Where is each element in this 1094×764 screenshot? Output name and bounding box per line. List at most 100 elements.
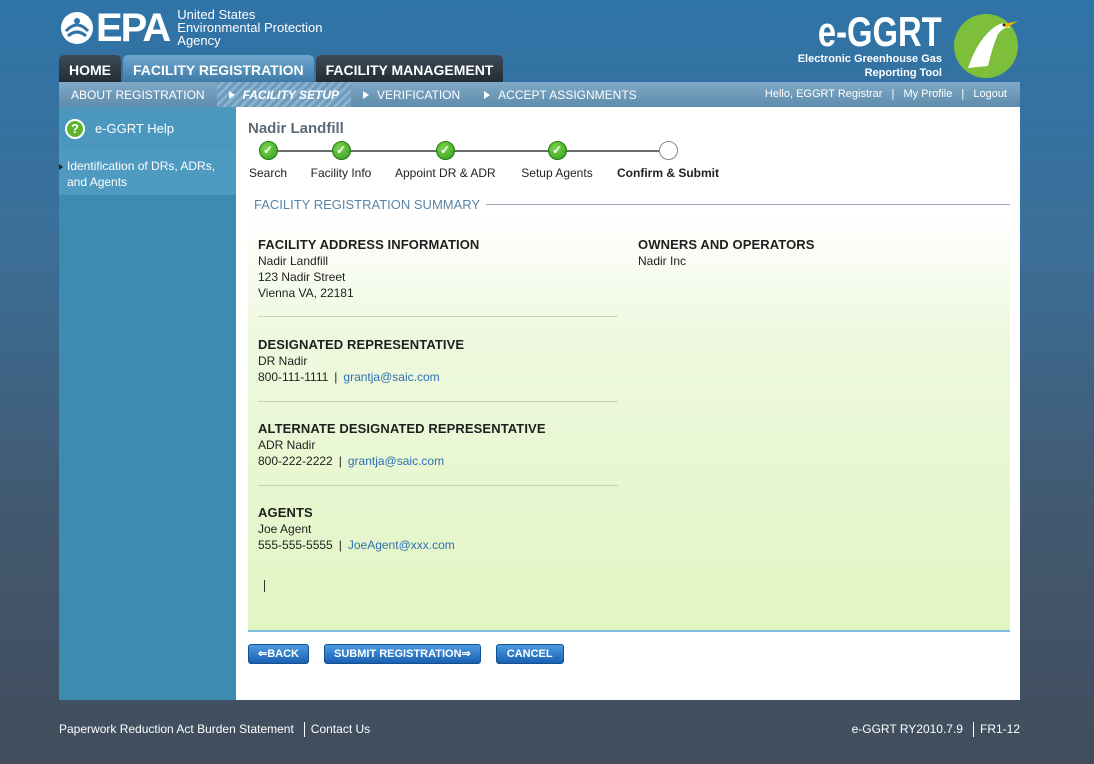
arrow-right-icon [228,90,235,99]
footer-divider [303,722,305,737]
adr-block: ALTERNATE DESIGNATED REPRESENTATIVE ADR … [258,421,618,469]
version-text: e-GGRT RY2010.7.9 [851,722,963,736]
owners-heading: OWNERS AND OPERATORS [638,237,815,252]
divider [258,485,618,486]
owners-name: Nadir Inc [638,254,687,268]
subnav-label: VERIFICATION [377,87,461,102]
subnav-label: FACILITY SETUP [242,87,340,102]
main-content: Nadir Landfill ✓ Search ✓ Facility Info … [236,107,1020,700]
dr-block: DESIGNATED REPRESENTATIVE DR Nadir 800-1… [258,337,618,385]
forward-arrow-icon: ⇒ [461,648,471,660]
step-label: Search [248,166,288,180]
cancel-button[interactable]: CANCEL [495,644,564,664]
footer-links: Paperwork Reduction Act Burden Statement… [59,722,370,737]
facility-address-block: FACILITY ADDRESS INFORMATION Nadir Landf… [258,237,618,301]
registration-summary: FACILITY ADDRESS INFORMATION Nadir Landf… [248,215,1010,632]
check-icon: ✓ [547,141,567,160]
eggrt-subtitle-line: Electronic Greenhouse Gas [797,53,942,65]
step-label: Setup Agents [521,166,593,180]
section-title: FACILITY REGISTRATION SUMMARY [248,196,1010,212]
contact-separator: | [338,538,342,552]
agent-name: Joe Agent [258,522,312,536]
subnav-verification[interactable]: VERIFICATION [351,82,472,107]
epa-logo[interactable]: EPA United States Environmental Protecti… [60,5,323,50]
epa-wordmark: EPA [96,5,171,50]
facility-address-city: Vienna VA, 22181 [258,286,354,300]
divider [258,316,618,317]
link-separator: | [961,88,965,100]
contact-separator: | [334,370,338,384]
main-tabs: HOME FACILITY REGISTRATION FACILITY MANA… [59,55,504,82]
owners-block: OWNERS AND OPERATORS Nadir Inc [638,237,998,269]
logout-link[interactable]: Logout [973,88,1007,100]
text-cursor [264,580,265,592]
subnav-label: ABOUT REGISTRATION [71,87,205,102]
contact-us-link[interactable]: Contact Us [311,722,370,737]
my-profile-link[interactable]: My Profile [903,88,952,100]
step-label: Facility Info [310,166,372,180]
action-buttons: ⇐BACK SUBMIT REGISTRATION⇒ CANCEL [248,644,564,664]
tab-facility-registration[interactable]: FACILITY REGISTRATION [123,55,314,82]
tab-home[interactable]: HOME [59,55,121,82]
user-greeting: Hello, EGGRT Registrar [764,88,883,100]
step-search: ✓ Search [248,141,288,180]
adr-phone: 800-222-2222 [258,454,333,468]
eggrt-subtitle: Electronic Greenhouse Gas Reporting Tool [798,52,942,80]
adr-heading: ALTERNATE DESIGNATED REPRESENTATIVE [258,421,546,436]
subnav-facility-setup[interactable]: FACILITY SETUP [216,82,352,107]
help-link[interactable]: ? e-GGRT Help [59,107,236,150]
arrow-right-icon [484,90,491,99]
sub-navigation: ABOUT REGISTRATION FACILITY SETUP VERIFI… [59,82,1020,107]
sidebar-item-identification-help[interactable]: Identification of DRs, ADRs, and Agents [59,150,236,195]
check-icon: ✓ [435,141,455,160]
back-button[interactable]: ⇐BACK [248,644,309,664]
step-setup-agents: ✓ Setup Agents [518,141,596,180]
back-label: BACK [267,648,299,660]
adr-name: ADR Nadir [258,438,316,452]
dr-heading: DESIGNATED REPRESENTATIVE [258,337,465,352]
dr-contact: 800-111-1111 | grantja@saic.com [258,369,618,385]
step-label: Appoint DR & ADR [395,166,496,180]
eggrt-logo: e-GGRT Electronic Greenhouse Gas Reporti… [764,8,1024,82]
dr-phone: 800-111-1111 [258,370,329,384]
submit-registration-button[interactable]: SUBMIT REGISTRATION⇒ [324,644,481,664]
step-label: Confirm & Submit [617,166,719,180]
epa-flower-icon [60,11,94,45]
facility-address-heading: FACILITY ADDRESS INFORMATION [258,237,480,252]
subnav-label: ACCEPT ASSIGNMENTS [498,87,637,102]
eggrt-subtitle-line: Reporting Tool [864,67,942,79]
step-confirm-submit: Confirm & Submit [615,141,721,180]
agency-name: United States Environmental Protection A… [177,8,322,47]
agent-contact: 555-555-5555 | JoeAgent@xxx.com [258,537,618,553]
user-links: Hello, EGGRT Registrar | My Profile | Lo… [762,82,1010,107]
page-title: Nadir Landfill [248,120,344,137]
subnav-accept-assignments[interactable]: ACCEPT ASSIGNMENTS [472,82,648,107]
agents-block: AGENTS Joe Agent 555-555-5555 | JoeAgent@x… [258,505,618,553]
help-icon: ? [65,118,85,139]
agent-email-link[interactable]: JoeAgent@xxx.com [348,538,455,552]
egret-bird-icon [948,8,1020,80]
facility-address-street: 123 Nadir Street [258,270,346,284]
left-sidebar: ? e-GGRT Help Identification of DRs, ADR… [59,107,236,700]
agent-phone: 555-555-5555 [258,538,333,552]
agents-heading: AGENTS [258,505,313,520]
form-id: FR1-12 [979,722,1020,736]
submit-label: SUBMIT REGISTRATION [334,648,462,660]
footer-version: e-GGRT RY2010.7.9 FR1-12 [852,722,1020,737]
back-arrow-icon: ⇐ [258,648,268,660]
tab-facility-management[interactable]: FACILITY MANAGEMENT [315,55,504,82]
paperwork-link[interactable]: Paperwork Reduction Act Burden Statement [59,722,294,737]
section-title-text: FACILITY REGISTRATION SUMMARY [248,197,487,212]
check-icon: ✓ [331,141,351,160]
step-appoint-dr-adr: ✓ Appoint DR & ADR [395,141,496,180]
dr-email-link[interactable]: grantja@saic.com [343,370,439,384]
footer-divider [972,722,974,737]
check-icon: ✓ [258,141,278,160]
facility-address-name: Nadir Landfill [258,254,329,268]
divider [258,401,618,402]
adr-contact: 800-222-2222 | grantja@saic.com [258,453,618,469]
subnav-about-registration[interactable]: ABOUT REGISTRATION [59,82,217,107]
adr-email-link[interactable]: grantja@saic.com [348,454,444,468]
dr-name: DR Nadir [258,354,308,368]
agency-line: Agency [177,33,221,48]
